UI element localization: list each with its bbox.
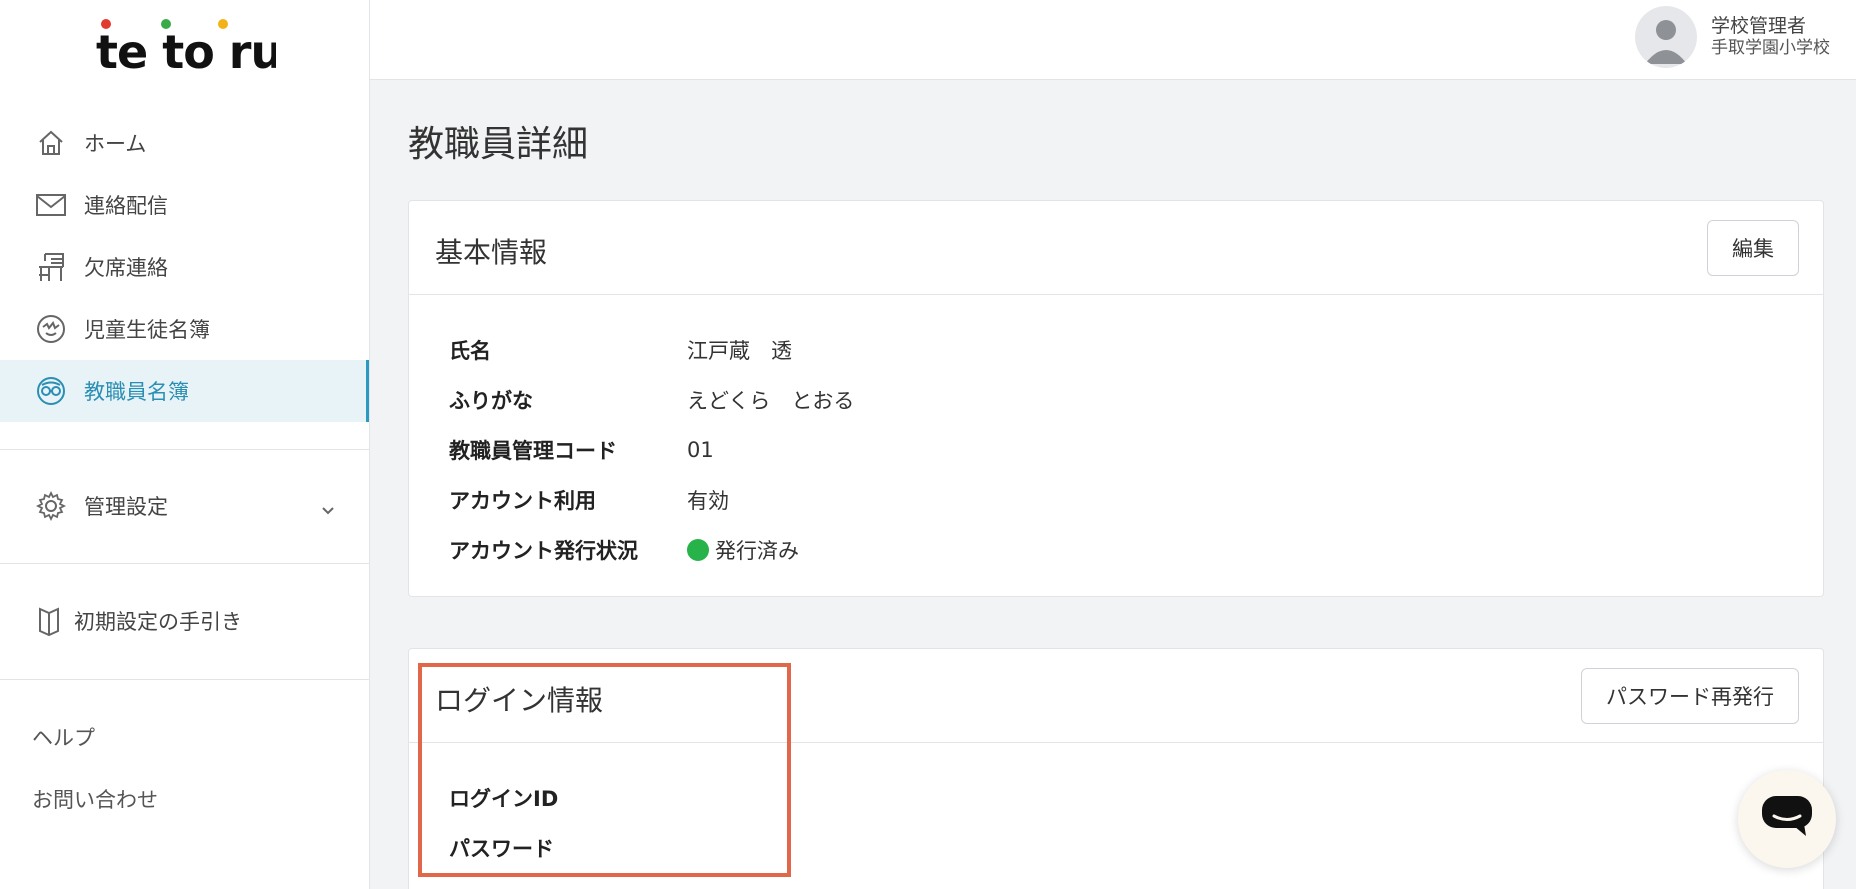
- sidebar-item-label: 児童生徒名簿: [84, 318, 210, 342]
- status-value: 発行済み: [687, 535, 799, 565]
- contact-link[interactable]: お問い合わせ: [32, 784, 158, 814]
- edit-button[interactable]: 編集: [1707, 220, 1799, 276]
- chat-button[interactable]: [1738, 770, 1836, 868]
- card-header: 基本情報 編集: [409, 201, 1823, 295]
- user-school: 手取学園小学校: [1711, 38, 1830, 59]
- divider: [0, 449, 369, 450]
- sidebar-item-label: 欠席連絡: [84, 256, 168, 280]
- sidebar-item-label: 初期設定の手引き: [74, 610, 242, 634]
- chat-bubble-icon: [1760, 794, 1814, 844]
- main-nav: ホーム 連絡配信 欠席連絡 児童生徒名簿 教職員名簿: [0, 112, 369, 422]
- sidebar-item-home[interactable]: ホーム: [0, 112, 369, 174]
- row-label: アカウント発行状況: [449, 539, 638, 563]
- chevron-down-icon: [321, 497, 335, 521]
- guide-nav: 初期設定の手引き: [0, 590, 369, 652]
- help-link[interactable]: ヘルプ: [32, 722, 95, 752]
- reissue-password-button[interactable]: パスワード再発行: [1581, 668, 1799, 724]
- home-icon: [34, 126, 68, 160]
- detail-row: 教職員管理コード 01: [449, 425, 1823, 475]
- detail-row: ふりがな えどくら とおる: [449, 375, 1823, 425]
- user-menu[interactable]: 学校管理者 手取学園小学校: [1635, 6, 1830, 68]
- avatar: [1635, 6, 1697, 68]
- row-label: 教職員管理コード: [449, 439, 617, 463]
- sidebar: te to ru ホーム 連絡配信 欠席連絡 児童生徒名簿 教職員名簿 管理設定…: [0, 0, 370, 889]
- row-label: 氏名: [449, 339, 491, 363]
- divider: [0, 563, 369, 564]
- sidebar-item-label: 教職員名簿: [84, 380, 189, 404]
- settings-nav: 管理設定: [0, 475, 369, 537]
- svg-text:te to ru: te to ru: [96, 25, 276, 74]
- mail-icon: [34, 188, 68, 222]
- detail-row: アカウント利用 有効: [449, 475, 1823, 525]
- gear-icon: [34, 489, 68, 523]
- detail-row: アカウント発行状況 発行済み: [449, 525, 1823, 575]
- card-title: 基本情報: [435, 236, 548, 269]
- sidebar-item-settings[interactable]: 管理設定: [0, 475, 369, 537]
- status-dot-icon: [687, 539, 709, 561]
- status-text: 発行済み: [715, 539, 799, 563]
- highlight-box: [418, 663, 791, 877]
- row-value: 江戸蔵 透: [687, 339, 792, 363]
- divider: [0, 679, 369, 680]
- row-value: えどくら とおる: [687, 389, 855, 413]
- user-role: 学校管理者: [1711, 14, 1807, 37]
- row-label: アカウント利用: [449, 489, 596, 513]
- sidebar-item-guide[interactable]: 初期設定の手引き: [0, 590, 369, 652]
- top-bar: 学校管理者 手取学園小学校: [370, 0, 1856, 80]
- sidebar-item-messages[interactable]: 連絡配信: [0, 174, 369, 236]
- row-value: 有効: [687, 489, 729, 513]
- tetoru-logo[interactable]: te to ru: [96, 18, 276, 74]
- basic-info-card: 基本情報 編集 氏名 江戸蔵 透 ふりがな えどくら とおる 教職員管理コード …: [408, 200, 1824, 597]
- sidebar-item-students[interactable]: 児童生徒名簿: [0, 298, 369, 360]
- row-value: 01: [687, 438, 714, 462]
- desk-icon: [34, 250, 68, 284]
- sidebar-item-teachers[interactable]: 教職員名簿: [0, 360, 369, 422]
- sidebar-item-absence[interactable]: 欠席連絡: [0, 236, 369, 298]
- sidebar-item-label: 管理設定: [84, 495, 168, 519]
- row-label: ふりがな: [449, 389, 533, 413]
- teacher-icon: [34, 374, 68, 408]
- student-icon: [34, 312, 68, 346]
- sidebar-item-label: 連絡配信: [84, 194, 168, 218]
- page-title: 教職員詳細: [408, 124, 589, 165]
- book-icon: [36, 604, 62, 638]
- sidebar-item-label: ホーム: [84, 132, 147, 156]
- detail-row: 氏名 江戸蔵 透: [449, 325, 1823, 375]
